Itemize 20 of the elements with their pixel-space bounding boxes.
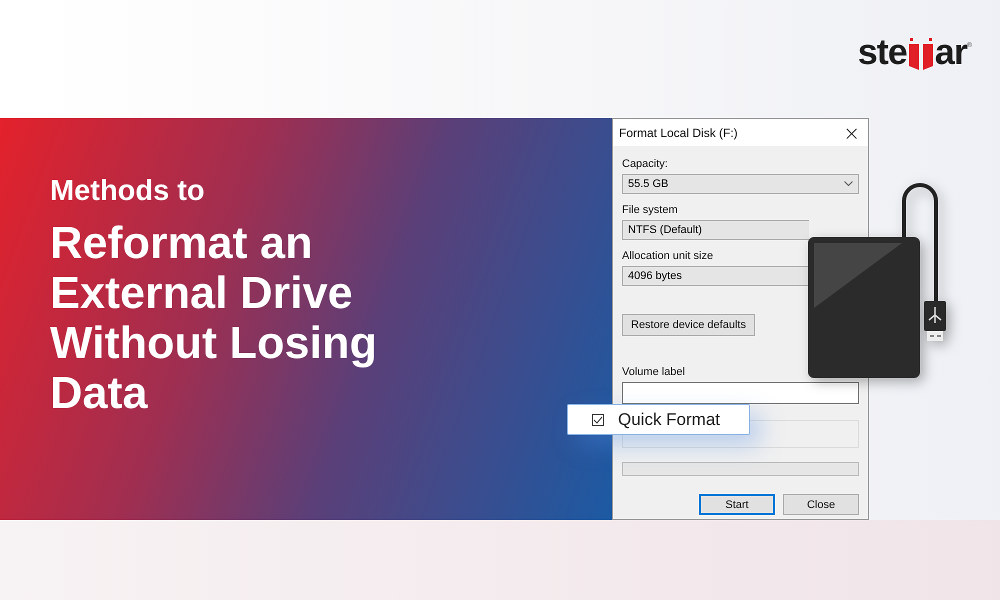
dropdown[interactable]: 55.5 GB: [622, 174, 859, 194]
restore-defaults-button[interactable]: Restore device defaults: [622, 314, 755, 336]
field-label: Capacity:: [622, 158, 669, 170]
dialog-button[interactable]: Close: [783, 494, 859, 515]
field-label: Allocation unit size: [622, 250, 714, 262]
field-label: File system: [622, 204, 679, 216]
checkbox-label: Quick Format: [618, 410, 720, 430]
logo-mark-icon: [908, 38, 934, 70]
hero-kicker: Methods to: [50, 176, 206, 208]
window-title: Format Local Disk (F:): [619, 126, 738, 140]
volume-label-field[interactable]: [622, 382, 859, 404]
dropdown[interactable]: NTFS (Default): [622, 220, 809, 240]
logo-text: ar: [934, 34, 967, 70]
dialog-button[interactable]: Start: [699, 494, 775, 515]
chevron-icon: [844, 181, 853, 187]
field-label: Volume label: [622, 366, 686, 378]
checkbox[interactable]: [592, 414, 604, 426]
logo-text: ste: [858, 34, 907, 70]
dropdown[interactable]: 4096 bytes: [622, 266, 809, 286]
hero-title: Reformat an External Drive Without Losing Data: [50, 218, 378, 418]
